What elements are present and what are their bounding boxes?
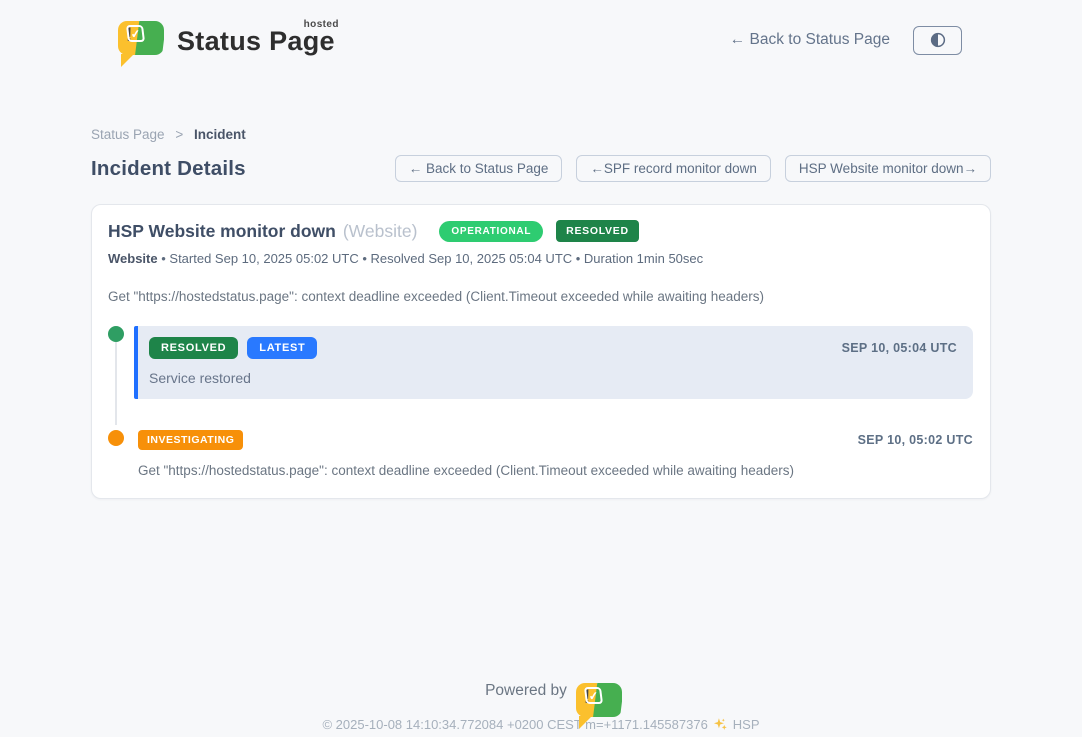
main-content: Status Page > Incident Incident Details … <box>91 127 991 499</box>
timeline-resolved-badge: RESOLVED <box>149 337 238 359</box>
breadcrumb: Status Page > Incident <box>91 127 991 142</box>
timeline-dot-green <box>108 326 124 342</box>
timeline-highlight-box: RESOLVED LATEST SEP 10, 05:04 UTC Servic… <box>134 326 973 399</box>
logo-tagline: hosted <box>304 19 339 30</box>
header-actions: ← Back to Status Page <box>730 26 962 55</box>
operational-status-badge: OPERATIONAL <box>439 221 543 242</box>
timeline-investigating-badge: INVESTIGATING <box>138 430 243 450</box>
incident-timeline: RESOLVED LATEST SEP 10, 05:04 UTC Servic… <box>108 326 973 478</box>
timeline-message: Get "https://hostedstatus.page": context… <box>138 463 973 478</box>
title-row: Incident Details ← Back to Status Page ←… <box>91 155 991 182</box>
page-title: Incident Details <box>91 157 246 181</box>
timeline-message: Service restored <box>149 370 957 386</box>
powered-by-label: Powered by <box>485 682 567 700</box>
header-back-link[interactable]: ← Back to Status Page <box>730 31 890 49</box>
theme-toggle-button[interactable] <box>913 26 962 55</box>
copyright-suffix: HSP <box>733 717 760 732</box>
incident-card-header: HSP Website monitor down (Website) OPERA… <box>108 220 973 242</box>
breadcrumb-current: Incident <box>194 127 246 142</box>
copyright-text: © 2025-10-08 14:10:34.772084 +0200 CEST … <box>322 717 707 732</box>
previous-incident-button[interactable]: ←SPF record monitor down <box>576 155 771 182</box>
timeline-latest-badge: LATEST <box>247 337 317 359</box>
timeline-entry-investigating: INVESTIGATING SEP 10, 05:02 UTC Get "htt… <box>108 430 973 478</box>
incident-meta-details: • Started Sep 10, 2025 05:02 UTC • Resol… <box>161 251 703 266</box>
timeline-dot-orange <box>108 430 124 446</box>
incident-description: Get "https://hostedstatus.page": context… <box>108 289 973 304</box>
logo-checkmark-icon: ✓ <box>126 25 145 42</box>
incident-meta-component: Website <box>108 251 158 266</box>
status-page-logo[interactable]: ! ✓ Status Page hosted <box>118 19 335 61</box>
contrast-icon <box>929 31 947 49</box>
logo-bubble-icon: ! ✓ <box>118 19 164 61</box>
resolved-status-badge: RESOLVED <box>556 220 639 242</box>
breadcrumb-root[interactable]: Status Page <box>91 127 165 142</box>
logo-brand-text: Status Page hosted <box>177 26 335 57</box>
incident-component: (Website) <box>343 221 418 242</box>
sparkles-icon <box>713 717 728 732</box>
timeline-timestamp: SEP 10, 05:04 UTC <box>842 341 957 355</box>
powered-by-logo-icon[interactable]: ! ✓ <box>576 681 597 701</box>
copyright: © 2025-10-08 14:10:34.772084 +0200 CEST … <box>0 717 1082 732</box>
timeline-entry-resolved: RESOLVED LATEST SEP 10, 05:04 UTC Servic… <box>108 326 973 399</box>
incident-meta: Website • Started Sep 10, 2025 05:02 UTC… <box>108 251 973 266</box>
header: ! ✓ Status Page hosted ← Back to Status … <box>0 0 1082 76</box>
breadcrumb-separator: > <box>175 127 183 142</box>
logo-bubble-tail <box>121 54 134 67</box>
powered-by: Powered by ! ✓ <box>0 681 1082 701</box>
incident-nav-buttons: ← Back to Status Page ←SPF record monito… <box>395 155 991 182</box>
next-incident-button[interactable]: HSP Website monitor down→ <box>785 155 991 182</box>
incident-card: HSP Website monitor down (Website) OPERA… <box>91 204 991 499</box>
incident-title: HSP Website monitor down <box>108 221 336 242</box>
timeline-timestamp: SEP 10, 05:02 UTC <box>858 433 973 447</box>
back-to-status-page-button[interactable]: ← Back to Status Page <box>395 155 563 182</box>
